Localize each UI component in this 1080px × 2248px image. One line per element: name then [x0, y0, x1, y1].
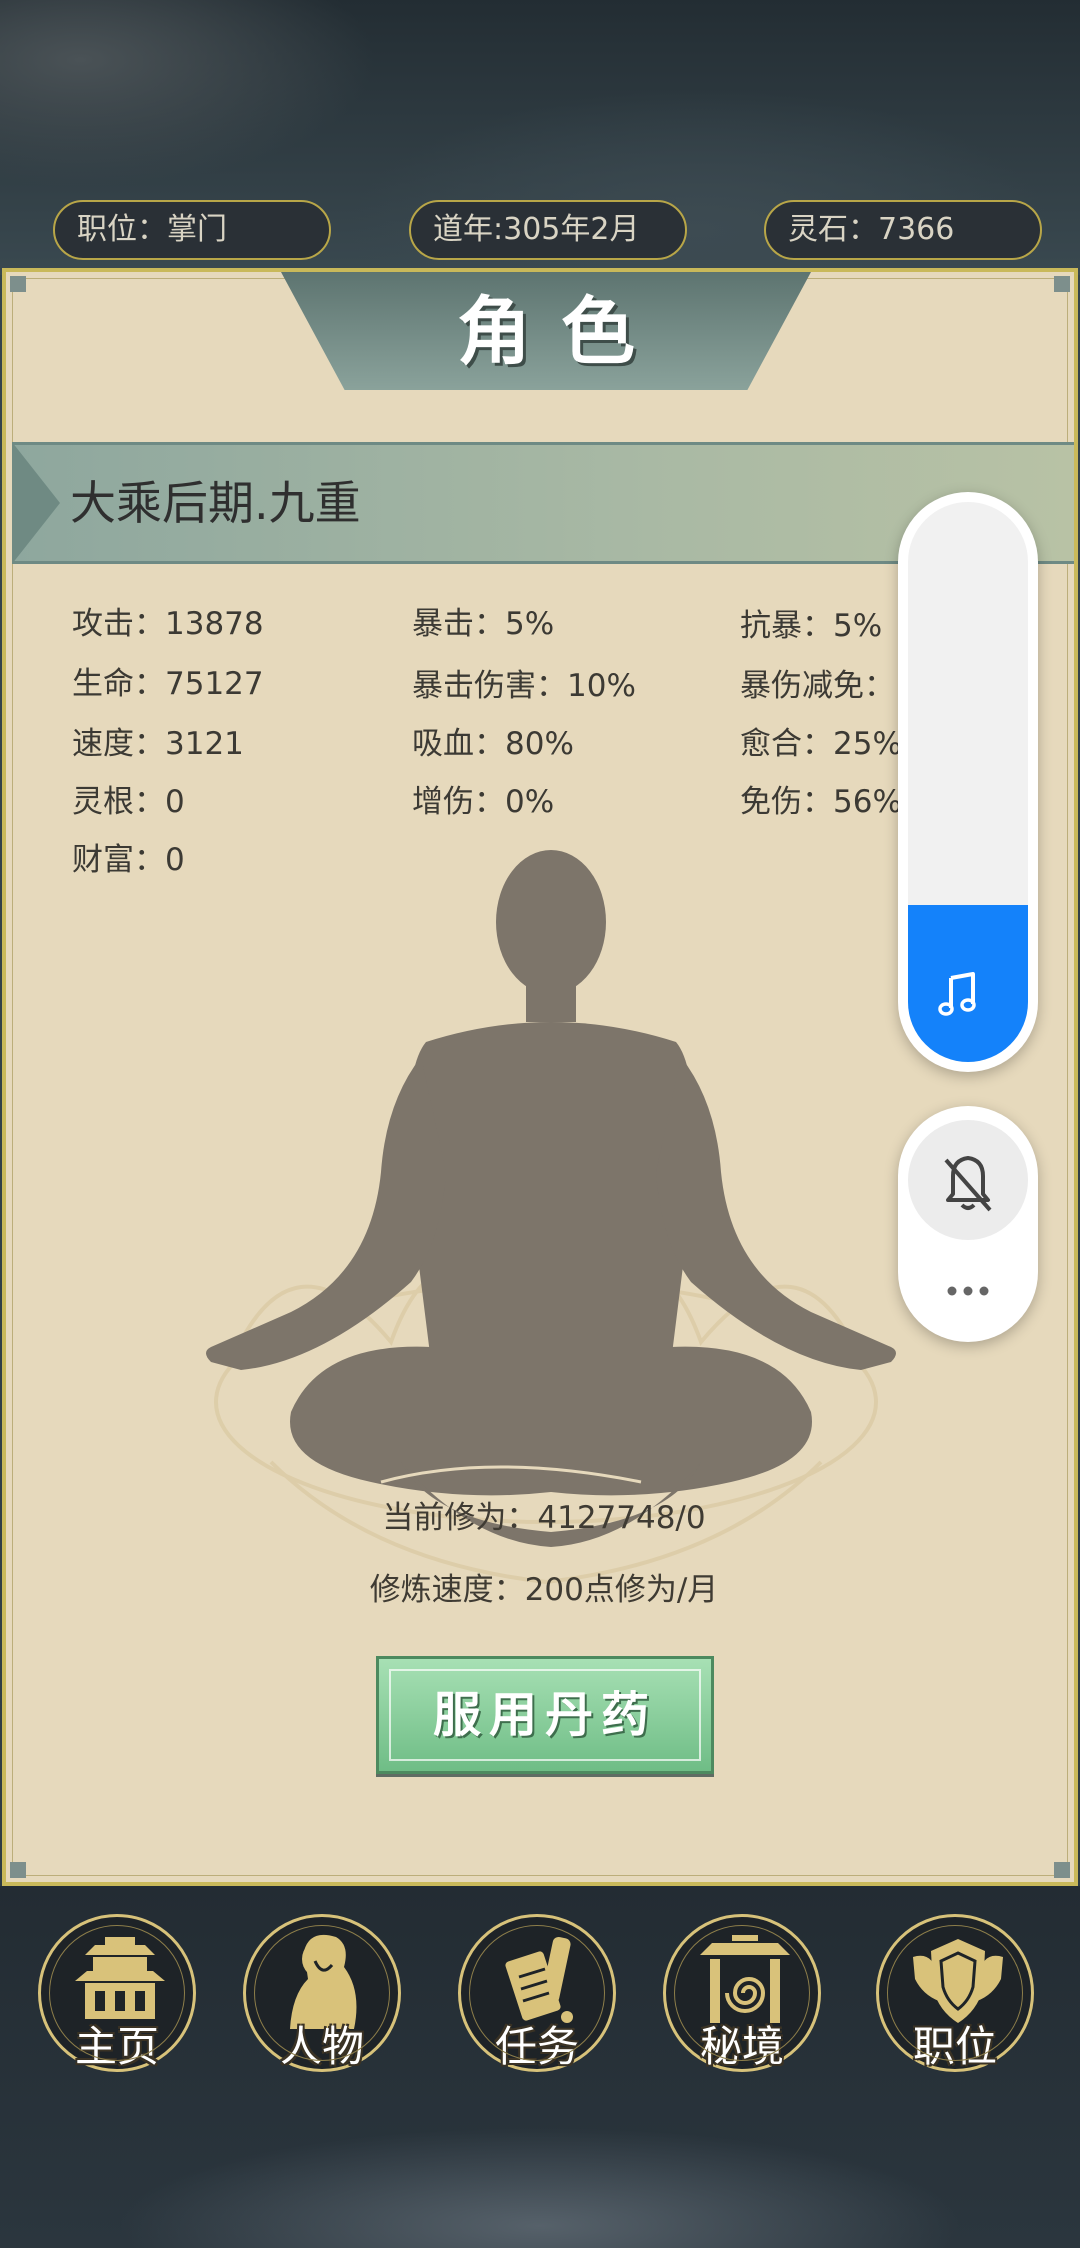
bell-off-icon	[944, 1156, 992, 1212]
nav-secret-realm-label: 秘境	[699, 2022, 784, 2071]
volume-slider[interactable]	[898, 492, 1038, 1072]
position-display: 职位：掌门	[53, 200, 331, 260]
mute-toggle-button[interactable]	[908, 1120, 1028, 1240]
nav-position-label: 职位	[912, 2022, 997, 2071]
dao-year-display: 道年:305年2月	[409, 200, 687, 260]
nav-tasks-label: 任务	[494, 2022, 579, 2071]
nav-character-label: 人物	[279, 2022, 364, 2071]
more-dots-icon[interactable]	[928, 1266, 1008, 1316]
current-cultivation: 当前修为：4127748/0	[382, 1500, 706, 1536]
nav-home[interactable]: 主页	[38, 1914, 196, 2072]
stat-crit: 暴击：5%	[412, 606, 555, 642]
stat-crit-resist: 抗暴：5%	[740, 608, 883, 644]
gate-icon	[700, 1935, 790, 2023]
sound-mode-panel	[898, 1106, 1038, 1342]
nav-character[interactable]: 人物	[243, 1914, 401, 2072]
stat-crit-damage: 暴击伤害：10%	[412, 668, 636, 704]
corner-ornament	[1054, 276, 1070, 292]
corner-ornament	[1054, 1862, 1070, 1878]
stat-crit-damage-reduction: 暴伤减免：	[740, 668, 895, 704]
nav-secret-realm[interactable]: 秘境	[663, 1914, 821, 2072]
stat-lifesteal: 吸血：80%	[412, 726, 574, 762]
stat-healing: 愈合：25%	[740, 726, 902, 762]
realm-label: 大乘后期.九重	[70, 476, 361, 530]
nav-tasks[interactable]: 任务	[458, 1914, 616, 2072]
panel-title: 角色	[457, 289, 665, 375]
stat-life: 生命：75127	[72, 666, 264, 702]
nav-home-label: 主页	[74, 2022, 159, 2071]
spirit-stone-display: 灵石：7366	[764, 200, 1042, 260]
corner-ornament	[10, 276, 26, 292]
character-icon	[290, 1934, 357, 2029]
scroll-icon	[505, 1936, 573, 2023]
cultivation-speed: 修炼速度：200点修为/月	[369, 1572, 719, 1608]
nav-position[interactable]: 职位	[876, 1914, 1034, 2072]
bottom-nav: 主页 人物 任务 秘境 职位	[0, 1886, 1080, 2248]
stat-attack: 攻击：13878	[72, 606, 264, 642]
music-note-icon	[938, 972, 976, 1016]
meditation-silhouette	[206, 850, 896, 1585]
palace-icon	[75, 1937, 165, 2019]
stat-spirit-root: 灵根：0	[72, 784, 185, 820]
corner-ornament	[10, 1862, 26, 1878]
take-pill-button[interactable]: 服用丹药	[376, 1656, 714, 1774]
take-pill-button-label: 服用丹药	[432, 1687, 657, 1743]
stat-damage-boost: 增伤：0%	[412, 784, 555, 820]
stat-wealth: 财富：0	[72, 842, 185, 878]
shield-icon	[913, 1939, 1003, 2023]
stat-damage-immunity: 免伤：56%	[740, 784, 902, 820]
character-panel: 角色 大乘后期.九重 攻击：13878 生命：75127 速度：3121 灵根：…	[2, 268, 1078, 1886]
stat-speed: 速度：3121	[72, 726, 244, 762]
